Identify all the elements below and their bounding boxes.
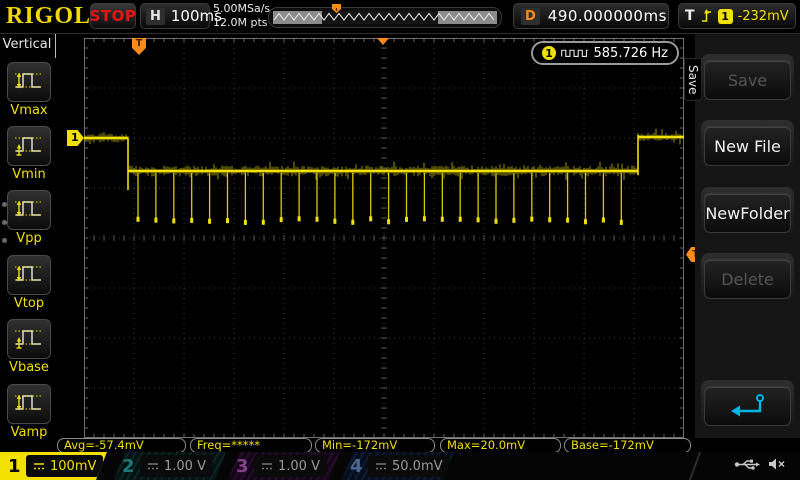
- ch1-number: 1: [8, 455, 21, 477]
- soft-slot-save: Save: [701, 54, 794, 104]
- horizontal-label: H: [146, 7, 165, 25]
- run-stop-status[interactable]: STOP: [90, 3, 136, 29]
- vamp-label: Vamp: [10, 425, 48, 440]
- ch3-number: 3: [236, 455, 249, 477]
- speaker-muted-icon: [769, 458, 785, 470]
- trigger-label: T: [685, 8, 695, 24]
- vtop-button[interactable]: [7, 255, 51, 295]
- delete-button[interactable]: Delete: [704, 259, 791, 299]
- measure-item-vtop: Vtop: [7, 255, 51, 311]
- preview-waveform-icon: [268, 4, 502, 28]
- vamp-icon: [13, 389, 45, 419]
- vmax-label: Vmax: [10, 103, 48, 118]
- vmin-icon: [13, 131, 45, 161]
- soft-slot-delete: Delete: [701, 253, 794, 303]
- ch1-waveform-trace: [83, 37, 685, 439]
- trigger-level-value: -232mV: [737, 8, 789, 24]
- vamp-button[interactable]: [7, 384, 51, 424]
- soft-slot-new-file: New File: [701, 120, 794, 170]
- channel-1-status[interactable]: 1 100mV: [0, 452, 107, 480]
- statusbar-divider: [688, 452, 732, 480]
- waveform-position-preview[interactable]: [268, 4, 502, 29]
- measurement-base[interactable]: Base=-172mV: [564, 438, 691, 453]
- dc-coupling-icon: [148, 462, 158, 469]
- trigger-source-badge: 1: [717, 8, 733, 24]
- oscilloscope-screen: RIGOL STOP H 100ms 5.00MSa/s 12.0M pts D…: [0, 0, 800, 480]
- square-wave-icon: [561, 49, 588, 57]
- vpp-label: Vpp: [16, 231, 42, 246]
- ch4-number: 4: [350, 455, 363, 477]
- save-button[interactable]: Save: [704, 60, 791, 100]
- measurement-freq[interactable]: Freq=*****: [190, 438, 312, 453]
- measurement-min[interactable]: Min=-172mV: [315, 438, 435, 453]
- horizontal-timebase-box[interactable]: H 100ms: [140, 3, 222, 29]
- delay-value: 490.000000ms: [547, 7, 667, 25]
- vpp-button[interactable]: [7, 190, 51, 230]
- measure-item-vamp: Vamp: [7, 384, 51, 440]
- usb-icon: [734, 459, 760, 470]
- memory-depth: 12.0M pts: [213, 16, 268, 29]
- ch1-level-marker[interactable]: 1: [67, 130, 84, 146]
- vtop-icon: [13, 260, 45, 290]
- dc-coupling-icon: [262, 462, 272, 469]
- dc-coupling-icon: [376, 462, 386, 469]
- measurement-max[interactable]: Max=20.0mV: [440, 438, 561, 453]
- rigol-logo: RIGOL: [6, 3, 92, 29]
- vpp-icon: [13, 195, 45, 225]
- channel-2-status[interactable]: 2 1.00 V: [114, 452, 226, 480]
- new-file-button[interactable]: New File: [704, 126, 791, 166]
- menu-page-indicator: [2, 202, 7, 243]
- vmax-icon: [13, 67, 45, 97]
- waveform-display-area: [83, 37, 685, 439]
- vmin-label: Vmin: [12, 167, 46, 182]
- ch4-scale: 50.0mV: [392, 458, 443, 474]
- dc-coupling-icon: [34, 462, 44, 469]
- acquisition-info: 5.00MSa/s 12.0M pts: [213, 2, 270, 30]
- vbase-button[interactable]: [7, 319, 51, 359]
- trigger-delay-box[interactable]: D 490.000000ms: [513, 3, 669, 29]
- counter-source-badge: 1: [542, 46, 556, 60]
- new-folder-button[interactable]: NewFolder: [704, 193, 791, 233]
- frequency-counter: 1 585.726 Hz: [531, 41, 679, 65]
- trigger-status-box[interactable]: T 1 -232mV: [678, 3, 796, 29]
- soft-slot-back: [701, 380, 794, 430]
- vbase-label: Vbase: [9, 360, 49, 375]
- rising-edge-icon: [701, 9, 711, 22]
- run-state-label: STOP: [89, 7, 137, 25]
- vmin-button[interactable]: [7, 126, 51, 166]
- back-button[interactable]: [704, 386, 791, 426]
- ch3-scale: 1.00 V: [278, 458, 320, 474]
- vtop-label: Vtop: [13, 296, 45, 311]
- channel-3-status[interactable]: 3 1.00 V: [228, 452, 340, 480]
- left-measure-menu: Vertical Vmax Vmin Vpp Vtop Vbase Vamp: [0, 34, 56, 480]
- system-status-icons: [734, 457, 786, 471]
- channel-status-bar: 1 100mV 2 1.00 V 3 1.00 V 4 50.0mV: [0, 452, 800, 480]
- ch2-scale: 1.00 V: [164, 458, 206, 474]
- delay-label: D: [521, 7, 540, 25]
- measure-item-vpp: Vpp: [7, 190, 51, 246]
- channel-4-status[interactable]: 4 50.0mV: [342, 452, 454, 480]
- soft-menu-panel: Save Save New File NewFolder Delete: [684, 34, 800, 438]
- sample-rate: 5.00MSa/s: [213, 2, 271, 15]
- counter-value: 585.726 Hz: [593, 45, 669, 61]
- screen-center-marker-icon: [377, 38, 389, 45]
- measure-item-vmin: Vmin: [7, 126, 51, 182]
- measurement-avg[interactable]: Avg=-57.4mV: [57, 438, 186, 453]
- measure-menu-title: Vertical: [2, 37, 52, 52]
- vbase-icon: [13, 324, 45, 354]
- ch2-number: 2: [122, 455, 135, 477]
- soft-slot-new-folder: NewFolder: [701, 187, 794, 237]
- measure-item-vbase: Vbase: [7, 319, 51, 375]
- menu-tab-title: Save: [684, 58, 702, 102]
- vmax-button[interactable]: [7, 62, 51, 102]
- return-arrow-icon: [730, 394, 764, 417]
- menu-title-divider: [55, 34, 56, 58]
- top-status-bar: RIGOL STOP H 100ms 5.00MSa/s 12.0M pts D…: [0, 0, 800, 34]
- ch1-scale: 100mV: [50, 458, 97, 474]
- measure-item-vmax: Vmax: [7, 62, 51, 118]
